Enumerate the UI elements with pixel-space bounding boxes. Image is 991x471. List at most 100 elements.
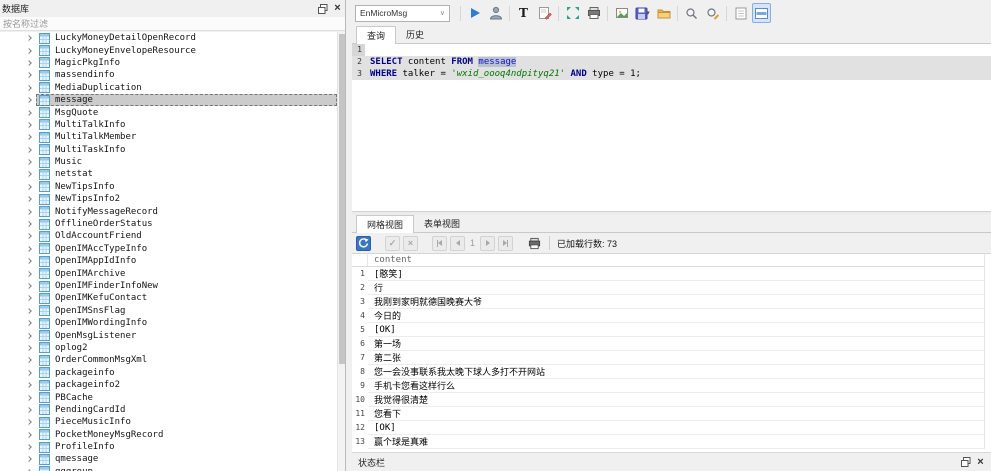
tree-item[interactable]: MsgQuote [0,106,337,118]
export-image-button[interactable] [612,3,631,23]
edit-sql-button[interactable] [535,3,554,23]
row-content-cell[interactable]: 您一会没事联系我太晚下球人多打不开网站 [368,365,985,379]
tree-item[interactable]: Music [0,156,337,168]
find-button[interactable] [682,3,701,23]
tab-form-view[interactable]: 表单视图 [414,215,470,232]
chevron-right-icon[interactable] [27,61,36,65]
column-header-content[interactable]: content [368,254,985,266]
chevron-right-icon[interactable] [27,185,36,189]
tab-history[interactable]: 历史 [396,26,434,43]
row-content-cell[interactable]: [OK] [368,421,985,435]
rollback-button[interactable]: × [403,236,418,251]
chevron-right-icon[interactable] [27,210,36,214]
chevron-right-icon[interactable] [27,111,36,115]
prev-page-button[interactable] [450,236,465,251]
chevron-right-icon[interactable] [27,73,36,77]
float-panel-button[interactable] [315,2,330,16]
last-page-button[interactable] [498,236,513,251]
chevron-right-icon[interactable] [27,172,36,176]
print-button[interactable] [584,3,603,23]
row-content-cell[interactable]: [OK] [368,323,985,337]
row-content-cell[interactable]: 手机卡您看这样行么 [368,379,985,393]
refresh-results-button[interactable] [356,236,371,251]
chevron-right-icon[interactable] [27,259,36,263]
tree-item[interactable]: PieceMusicInfo [0,416,337,428]
close-panel-button[interactable]: × [330,2,345,16]
chevron-right-icon[interactable] [27,309,36,313]
row-content-cell[interactable]: [憨笑] [368,267,985,281]
tab-grid-view[interactable]: 网格视图 [356,215,414,233]
float-statusbar-button[interactable] [958,455,973,469]
grid-corner-cell[interactable] [352,254,368,266]
tree-item[interactable]: NewTipsInfo2 [0,193,337,205]
row-content-cell[interactable]: 第二张 [368,351,985,365]
chevron-right-icon[interactable] [27,358,36,362]
chevron-right-icon[interactable] [27,98,36,102]
tree-item[interactable]: MultiTaskInfo [0,144,337,156]
execute-query-button[interactable] [465,3,484,23]
tree-item[interactable]: PBCache [0,391,337,403]
new-page-button[interactable] [731,3,750,23]
row-content-cell[interactable]: 第一场 [368,337,985,351]
row-content-cell[interactable]: 我觉得很清楚 [368,393,985,407]
tree-item[interactable]: OrderCommonMsgXml [0,354,337,366]
save-button[interactable]: ▾ [633,3,652,23]
chevron-right-icon[interactable] [27,445,36,449]
chevron-right-icon[interactable] [27,247,36,251]
tree-item[interactable]: PocketMoneyMsgRecord [0,429,337,441]
tree-scrollbar-thumb[interactable] [339,34,345,364]
tree-item[interactable]: massendinfo [0,69,337,81]
chevron-right-icon[interactable] [27,334,36,338]
tree-item[interactable]: LuckyMoneyEnvelopeResource [0,44,337,56]
tree-item[interactable]: OpenIMSnsFlag [0,305,337,317]
chevron-right-icon[interactable] [27,371,36,375]
tree-item[interactable]: NotifyMessageRecord [0,205,337,217]
row-content-cell[interactable]: 赢个球是真难 [368,435,985,449]
tree-filter-input[interactable] [0,17,345,31]
commit-button[interactable]: ✓ [385,236,400,251]
chevron-right-icon[interactable] [27,457,36,461]
first-page-button[interactable] [432,236,447,251]
tab-query[interactable]: 查询 [356,26,396,44]
tree-item[interactable]: MagicPkgInfo [0,57,337,69]
chevron-right-icon[interactable] [27,284,36,288]
tree-item[interactable]: OpenIMAppIdInfo [0,255,337,267]
chevron-right-icon[interactable] [27,408,36,412]
tree-item[interactable]: OpenIMKefuContact [0,292,337,304]
chevron-right-icon[interactable] [27,148,36,152]
chevron-right-icon[interactable] [27,234,36,238]
chevron-right-icon[interactable] [27,197,36,201]
chevron-right-icon[interactable] [27,86,36,90]
tree-item[interactable]: netstat [0,168,337,180]
tree-item[interactable]: OpenIMAccTypeInfo [0,243,337,255]
chevron-right-icon[interactable] [27,272,36,276]
chevron-right-icon[interactable] [27,383,36,387]
find-replace-button[interactable] [703,3,722,23]
tree-item[interactable]: LuckyMoneyDetailOpenRecord [0,32,337,44]
tree-item[interactable]: packageinfo2 [0,379,337,391]
tree-item[interactable]: MultiTalkMember [0,131,337,143]
tree-item[interactable]: MediaDuplication [0,82,337,94]
row-content-cell[interactable]: 今日的 [368,309,985,323]
chevron-right-icon[interactable] [27,123,36,127]
database-combobox[interactable]: EnMicroMsg ∨ [355,5,450,22]
open-file-button[interactable] [654,3,673,23]
chevron-right-icon[interactable] [27,49,36,53]
tree-item[interactable]: NewTipsInfo [0,181,337,193]
chevron-right-icon[interactable] [27,36,36,40]
chevron-right-icon[interactable] [27,346,36,350]
split-view-toggle[interactable] [752,3,771,23]
tree-item[interactable]: MultiTalkInfo [0,119,337,131]
tree-item[interactable]: OfflineOrderStatus [0,218,337,230]
chevron-right-icon[interactable] [27,433,36,437]
tree-item[interactable]: OpenIMWordingInfo [0,317,337,329]
tree-item[interactable]: message [0,94,337,106]
row-content-cell[interactable]: 我刚到家明就德国晚赛大爷 [368,295,985,309]
close-statusbar-button[interactable]: × [973,455,988,469]
chevron-right-icon[interactable] [27,222,36,226]
chevron-right-icon[interactable] [27,135,36,139]
sql-editor[interactable]: 1 2 SELECT content FROM message 3 WHERE … [352,44,991,211]
tree-item[interactable]: qmessage [0,453,337,465]
fit-columns-button[interactable] [563,3,582,23]
tree-item[interactable]: packageinfo [0,367,337,379]
